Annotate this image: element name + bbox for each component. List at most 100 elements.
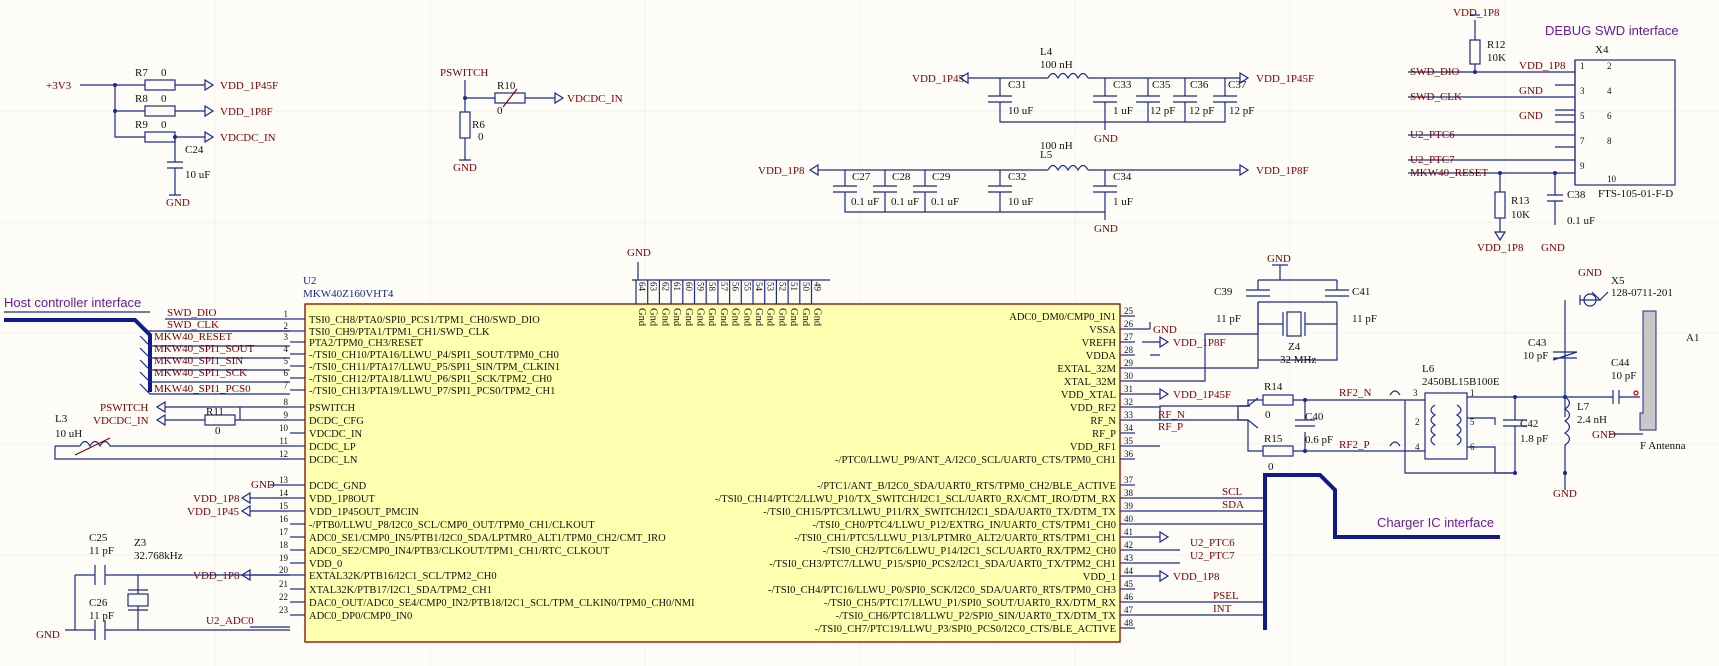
z4-value: 32 MHz [1280, 354, 1316, 366]
u2-pin-number: 50 [801, 282, 811, 292]
u2-pin-label: -/PTC0/LLWU_P9/ANT_A/I2C0_SCL/UART0_CTS/… [835, 455, 1116, 466]
u2-pin-number: 40 [1124, 514, 1134, 524]
u2-pin-number: 11 [279, 436, 288, 446]
u2-pin-label: XTAL_32M [1064, 377, 1117, 388]
u2-pin-number: 19 [279, 553, 289, 563]
u2-pin-label: Gnd [741, 308, 752, 327]
u2-pin-number: 34 [1124, 423, 1134, 433]
u2-pin-number: 4 [284, 344, 289, 354]
u2-pin-label: Gnd [788, 308, 799, 327]
c42-value: 1.8 pF [1520, 433, 1548, 445]
l6-designator: L6 [1422, 363, 1435, 375]
u2-pin-number: 5 [284, 356, 289, 366]
c43-designator: C43 [1528, 337, 1547, 349]
c29-value: 0.1 uF [931, 196, 959, 208]
u2-pin-label: Gnd [695, 308, 706, 327]
u2-pin-label: Gnd [718, 308, 729, 327]
net-int: INT [1213, 603, 1232, 615]
u2-pin-number: 35 [1124, 436, 1134, 446]
u2-pin-number: 6 [284, 368, 289, 378]
pswitch-vdcdc-left [54, 400, 290, 460]
u2-pin-label: Gnd [683, 308, 694, 327]
x5-designator: X5 [1611, 275, 1625, 287]
gnd-l5: GND [1094, 223, 1118, 235]
c36-value: 12 pF [1189, 105, 1214, 117]
u2-pin-label: -/TSI0_CH4/PTC16/LLWU_P0/SPI0_SCK/I2C0_S… [768, 585, 1116, 596]
svg-text:5: 5 [1580, 111, 1585, 121]
u2-pin-label: VREFH [1082, 338, 1117, 349]
u2-pin-number: 29 [1124, 358, 1134, 368]
r7-designator: R7 [135, 67, 148, 79]
r9-designator: R9 [135, 119, 148, 131]
net-rf2-p: RF2_P [1339, 439, 1370, 451]
vdd-1p8f-label: VDD_1P8F [220, 106, 273, 118]
net-u2-adc0: U2_ADC0 [206, 615, 254, 627]
l4-designator: L4 [1040, 46, 1053, 58]
vdd-1p8-p20-label: VDD_1P8 [193, 570, 240, 582]
c25-value: 11 pF [89, 545, 114, 557]
u2-pin-number: 46 [1124, 592, 1134, 602]
u2-pin-number: 61 [672, 282, 682, 291]
u2-pin-number: 16 [279, 514, 289, 524]
u2-pin-label: -/TSI0_CH7/PTC19/LLWU_P3/SPI0_PCS0/I2C0_… [815, 624, 1116, 635]
u2-pin-number: 7 [284, 380, 289, 390]
pswitch-label: PSWITCH [440, 67, 488, 79]
svg-text:10: 10 [1607, 174, 1617, 184]
c28-designator: C28 [892, 171, 911, 183]
net-scl: SCL [1222, 486, 1242, 498]
u2-pin-number: 26 [1124, 319, 1134, 329]
l6-pin-numbers: 3 1 2 5 4 6 [1413, 388, 1475, 452]
u2-pin-label: DCDC_LP [309, 442, 356, 453]
u2-pin-number: 22 [279, 592, 288, 602]
r14-value: 0 [1265, 409, 1271, 421]
r12-value: 10K [1487, 52, 1506, 64]
u2-pin-label: ADC0_DP0/CMP0_IN0 [309, 611, 412, 622]
u2-pin-label: VSSA [1089, 325, 1116, 336]
a1-value: F Antenna [1640, 440, 1686, 452]
u2-pin-label: -/TSI0_CH2/PTC6/LLWU_P14/I2C1_SCL/UART0_… [823, 546, 1116, 557]
u2-pin-number: 52 [777, 282, 787, 291]
r11-designator: R11 [206, 406, 224, 418]
c31-designator: C31 [1008, 79, 1026, 91]
u2-pin-number: 14 [279, 488, 289, 498]
u2-pin-number: 47 [1124, 605, 1134, 615]
r7-value: 0 [161, 67, 167, 79]
u2-pin-label: VDD_1P45OUT_PMCIN [309, 507, 419, 518]
gnd-vssa: GND [1153, 324, 1177, 336]
vdd-1p8-swd-label: VDD_1P8 [1453, 7, 1500, 19]
pswitch-out-label: PSWITCH [100, 402, 148, 414]
u2-pin-number: 15 [279, 501, 289, 511]
c36-designator: C36 [1190, 79, 1209, 91]
net-swd-clk: SWD_CLK [167, 319, 219, 331]
u2-pin-number: 55 [742, 282, 752, 292]
r10-value: 0 [497, 105, 503, 117]
u2-pin-label: -/TSI0_CH13/PTA19/LLWU_P7/SPI1_PCS0/TPM2… [309, 386, 555, 397]
u2-pin-label: VDDA [1086, 351, 1117, 362]
u2-pin-number: 42 [1124, 540, 1133, 550]
vdd-1p45f-xtal-label: VDD_1P45F [1173, 389, 1231, 401]
c35-value: 12 pF [1150, 105, 1175, 117]
u2-pin-number: 41 [1124, 527, 1133, 537]
u2-pin-label: TSI0_CH9/PTA1/TPM1_CH1/SWD_CLK [309, 327, 490, 338]
u2-pin-label: -/TSI0_CH15/PTC3/LLWU_P11/RX_SWITCH/I2C1… [763, 507, 1116, 518]
net-psel: PSEL [1213, 590, 1239, 602]
r14-designator: R14 [1264, 381, 1283, 393]
net-u2-ptc7: U2_PTC7 [1190, 550, 1235, 562]
c34-value: 1 uF [1113, 196, 1133, 208]
x5-part-number: 128-0711-201 [1611, 287, 1673, 299]
l7-designator: L7 [1577, 401, 1590, 413]
u2-pin-number: 33 [1124, 410, 1134, 420]
c26-value: 11 pF [89, 610, 114, 622]
x4-ptc6-net: U2_PTC6 [1410, 129, 1455, 141]
u2-pin-label: VDD_1 [1083, 572, 1116, 583]
gnd-r6: GND [453, 162, 477, 174]
c31-value: 10 uF [1008, 105, 1033, 117]
u2-pin-label: Gnd [753, 308, 764, 327]
host-bus [4, 318, 152, 392]
u2-pin-number: 20 [279, 565, 289, 575]
l5-filter [808, 163, 1250, 220]
a1-designator: A1 [1686, 332, 1699, 344]
u2-pin-number: 39 [1124, 501, 1134, 511]
u2-pin-label: -/TSI0_CH12/PTA18/LLWU_P6/SPI1_SCK/TPM2_… [309, 374, 552, 385]
net-u2-ptc6: U2_PTC6 [1190, 537, 1235, 549]
